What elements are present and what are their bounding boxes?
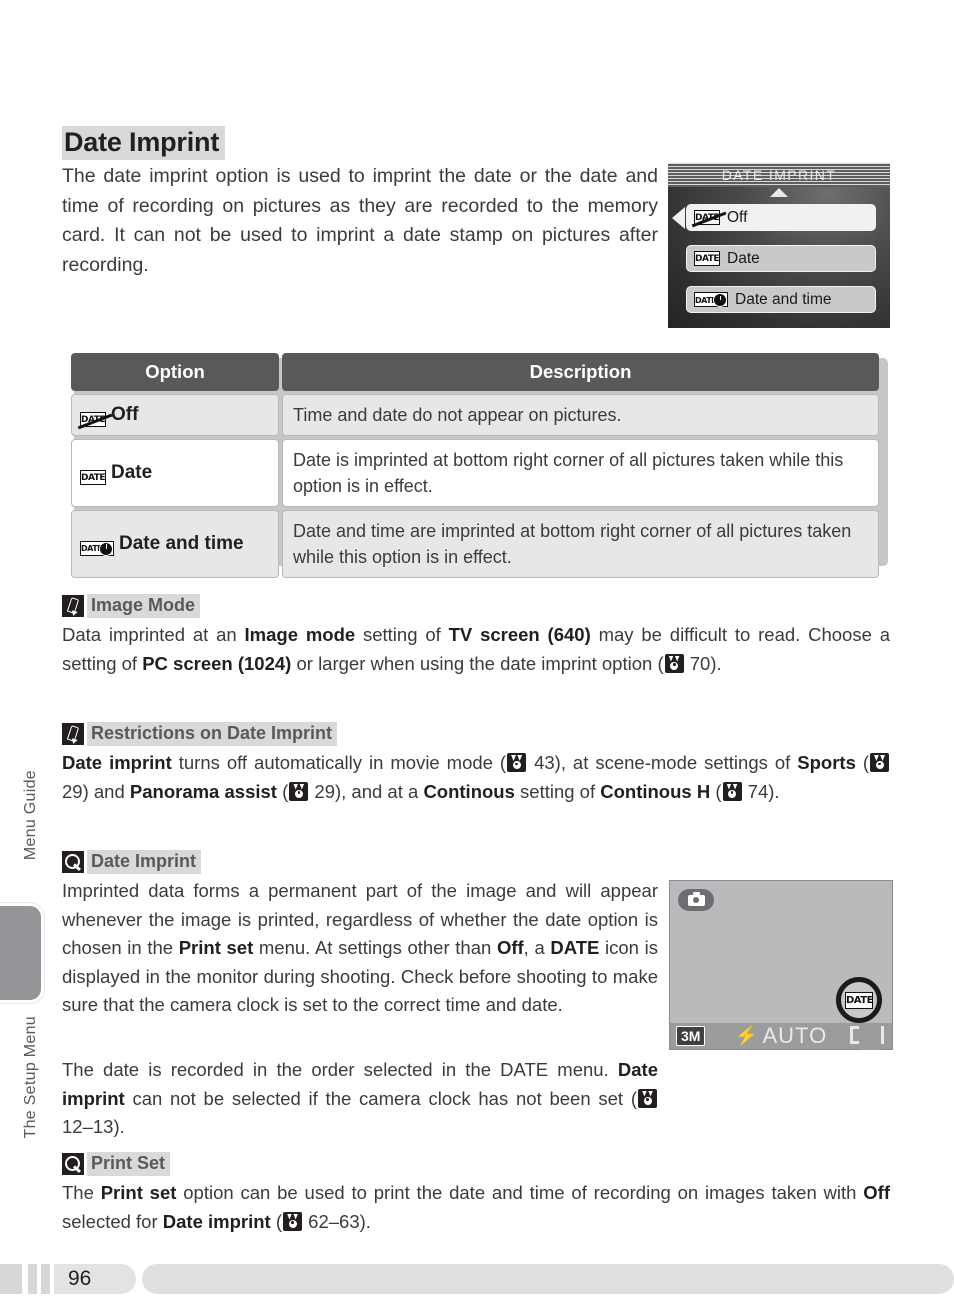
note-body: The Print set option can be used to prin… (62, 1182, 891, 1232)
date-imprint-indicator-icon: DATE (836, 977, 882, 1023)
table-row: DATE Date and time Date and time are impr… (71, 510, 879, 578)
table-cell-description: Date is imprinted at bottom right corner… (282, 439, 879, 507)
note-date-imprint: Date Imprint Imprinted data forms a perm… (62, 850, 658, 1020)
reference-icon (507, 753, 527, 772)
reference-icon (870, 753, 889, 772)
table-cell-option: DATE Date and time (71, 510, 279, 578)
camera-menu-screenshot: DATE IMPRINT DATE Off DATE Date DATE Dat… (668, 163, 890, 328)
reference-icon (283, 1211, 303, 1231)
lens-icon (62, 1153, 84, 1175)
intro-paragraph: The date imprint option is used to impri… (62, 165, 658, 276)
pencil-icon (62, 595, 84, 617)
option-label: Date (111, 462, 153, 483)
page-footer: 96 (0, 1264, 954, 1294)
footer-block (41, 1264, 50, 1294)
camera-menu-item-label: Off (727, 208, 748, 226)
reference-icon (722, 781, 742, 801)
battery-icon (850, 1026, 884, 1050)
note-body: Imprinted data forms a permanent part of… (62, 880, 658, 1015)
table-row: DATE Date Date is imprinted at bottom rig… (71, 439, 879, 507)
note-heading-row: Print Set (62, 1152, 890, 1176)
option-label: Off (111, 404, 139, 425)
note-heading: Image Mode (87, 594, 201, 618)
camera-menu-title: DATE IMPRINT (721, 167, 837, 183)
page-content: Date Imprint The date imprint option is … (0, 0, 954, 1314)
option-label: Date and time (119, 533, 244, 554)
footer-bar (142, 1264, 954, 1294)
options-table-wrapper: Option Description DATE Off Time and date… (68, 350, 882, 581)
camera-menu-item-date-and-time[interactable]: DATE Date and time (686, 286, 876, 313)
camera-menu-item-off[interactable]: DATE Off (686, 204, 876, 231)
note-extra-paragraph: The date is recorded in the order select… (62, 1059, 658, 1137)
note-body: Data imprinted at an Image mode setting … (62, 624, 891, 674)
reference-icon (289, 781, 309, 801)
image-size-badge: 3M (676, 1026, 706, 1046)
flash-mode-indicator: ⚡ AUTO (735, 1023, 827, 1049)
scroll-up-arrow-icon (770, 188, 788, 197)
page-title: Date Imprint (62, 126, 226, 160)
date-indicator-glyph: DATE (845, 991, 873, 1009)
table-cell-description: Date and time are imprinted at bottom ri… (282, 510, 879, 578)
camera-glyph (687, 891, 705, 906)
lens-icon (62, 851, 84, 873)
table-header-description: Description (282, 353, 879, 391)
reference-icon (664, 653, 684, 673)
note-heading-row: Restrictions on Date Imprint (62, 722, 890, 746)
date-and-time-icon: DATE (694, 292, 728, 307)
footer-block (28, 1264, 37, 1294)
note-heading-row: Image Mode (62, 594, 890, 618)
reference-icon (638, 1088, 657, 1108)
page-number: 96 (54, 1264, 136, 1294)
note-image-mode: Image Mode Data imprinted at an Image mo… (62, 594, 890, 678)
footer-block (0, 1264, 22, 1294)
shooting-status-bar: 3M ⚡ AUTO (670, 1023, 892, 1050)
camera-mode-icon (678, 889, 714, 911)
camera-menu-item-date[interactable]: DATE Date (686, 245, 876, 272)
camera-menu-item-label: Date (727, 249, 760, 267)
date-and-time-icon: DATE (80, 540, 114, 556)
table-cell-description: Time and date do not appear on pictures. (282, 394, 879, 436)
camera-menu-item-label: Date and time (735, 290, 832, 308)
note-body: Date imprint turns off automatically in … (62, 749, 890, 806)
shooting-display-screenshot: DATE 3M ⚡ AUTO (669, 880, 893, 1050)
pencil-icon (62, 723, 84, 745)
options-table: Option Description DATE Off Time and date… (68, 350, 882, 581)
back-arrow-icon (672, 207, 685, 229)
table-header-option: Option (71, 353, 279, 391)
clock-glyph (713, 293, 727, 307)
note-restrictions: Restrictions on Date Imprint Date imprin… (62, 722, 890, 806)
date-icon: DATE (694, 251, 720, 266)
date-icon: DATE (80, 470, 106, 485)
note-heading: Date Imprint (87, 850, 202, 874)
table-cell-option: DATE Off (71, 394, 279, 436)
table-row: DATE Off Time and date do not appear on p… (71, 394, 879, 436)
date-off-icon: DATE (80, 412, 106, 427)
flash-bolt-icon: ⚡ (734, 1026, 760, 1047)
note-heading: Restrictions on Date Imprint (87, 722, 338, 746)
note-print-set: Print Set The Print set option can be us… (62, 1152, 890, 1236)
note-heading-row: Date Imprint (62, 850, 658, 874)
table-header-row: Option Description (71, 353, 879, 391)
note-heading: Print Set (87, 1152, 171, 1176)
date-off-icon: DATE (694, 210, 720, 225)
clock-glyph (99, 541, 113, 556)
flash-mode-label: AUTO (762, 1023, 828, 1048)
table-cell-option: DATE Date (71, 439, 279, 507)
